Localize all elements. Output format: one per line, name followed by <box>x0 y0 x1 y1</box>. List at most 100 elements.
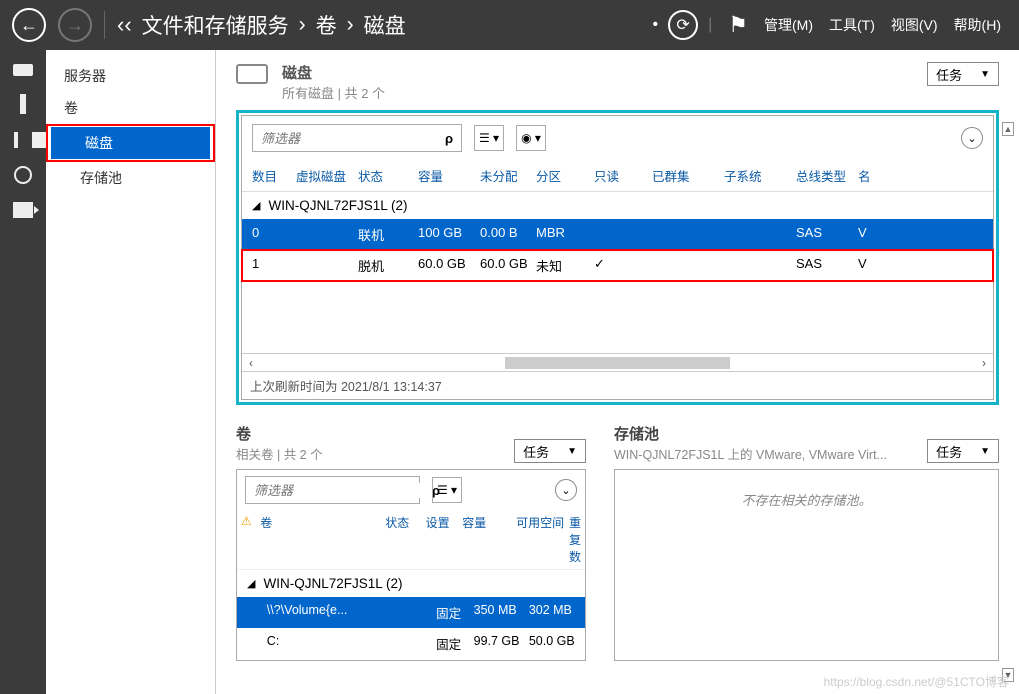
volumes-group-row[interactable]: ◢ WIN-QJNL72FJS1L (2) <box>237 570 585 597</box>
cell: 60.0 GB <box>414 254 476 277</box>
cell: 未知 <box>532 254 590 277</box>
cell: 联机 <box>354 223 414 246</box>
disks-status: 上次刷新时间为 2021/8/1 13:14:37 <box>242 371 993 399</box>
disks-tasks-dropdown[interactable]: 任务 ▼ <box>927 62 999 86</box>
disks-title: 磁盘 <box>282 62 913 83</box>
search-icon[interactable]: ρ <box>445 131 453 146</box>
col-rep[interactable]: 重复数 <box>569 514 581 565</box>
col-set[interactable]: 设置 <box>426 514 463 565</box>
disks-icon[interactable] <box>14 132 32 148</box>
files-icon[interactable] <box>13 202 33 218</box>
disks-filter[interactable]: ρ <box>252 124 462 152</box>
col-sub[interactable]: 子系统 <box>720 164 792 187</box>
disks-filter-input[interactable] <box>261 131 445 146</box>
cell: SAS <box>792 254 854 277</box>
caret-down-icon: ▼ <box>567 446 577 457</box>
col-clust[interactable]: 已群集 <box>648 164 720 187</box>
cell: C: <box>263 632 391 655</box>
cell: 0 <box>248 223 292 246</box>
col-vol[interactable]: 卷 <box>260 514 385 565</box>
crumb-1[interactable]: 卷 <box>316 10 337 40</box>
disk-row-0[interactable]: 0 联机 100 GB 0.00 B MBR SAS V <box>242 219 993 250</box>
scroll-up-icon[interactable]: ▲ <box>1002 122 1014 136</box>
refresh-button[interactable]: ⟳ <box>668 10 698 40</box>
volume-row-1[interactable]: C: 固定 99.7 GB 50.0 GB <box>237 628 585 659</box>
icon-rail <box>0 50 46 694</box>
sidenav-volumes[interactable]: 卷 <box>46 92 215 124</box>
disks-toolbar: ρ ☰ ▾ ◉ ▾ ⌄ <box>242 116 993 160</box>
col-ro[interactable]: 只读 <box>590 164 648 187</box>
cell: 100 GB <box>414 223 476 246</box>
scroll-thumb[interactable] <box>505 357 730 369</box>
cell: 60.0 GB <box>476 254 532 277</box>
scroll-left-icon[interactable]: ‹ <box>242 356 260 370</box>
expand-button[interactable]: ⌄ <box>555 479 577 501</box>
save-options-button[interactable]: ◉ ▾ <box>516 125 546 151</box>
group-label: WIN-QJNL72FJS1L (2) <box>268 198 407 213</box>
col-bus[interactable]: 总线类型 <box>792 164 854 187</box>
disks-section-header: 磁盘 所有磁盘 | 共 2 个 任务 ▼ <box>236 62 999 102</box>
title-bar: ← → ‹‹ 文件和存储服务 › 卷 › 磁盘 • ⟳ | ⚑ 管理(M) 工具… <box>0 0 1019 50</box>
vertical-scrollbar[interactable]: ▲ ▼ <box>1001 120 1015 684</box>
col-part[interactable]: 分区 <box>532 164 590 187</box>
volume-row-0[interactable]: \\?\Volume{e... 固定 350 MB 302 MB <box>237 597 585 628</box>
disk-row-1[interactable]: 1 脱机 60.0 GB 60.0 GB 未知 ✓ SAS V <box>242 250 993 281</box>
volumes-title: 卷 <box>236 423 514 444</box>
col-state[interactable]: 状态 <box>354 164 414 187</box>
menu-manage[interactable]: 管理(M) <box>764 15 813 35</box>
col-num[interactable]: 数目 <box>248 164 292 187</box>
bullet-icon: • <box>653 16 659 34</box>
forward-button[interactable]: → <box>58 8 92 42</box>
watermark: https://blog.csdn.net/@51CTO博客 <box>824 673 1009 690</box>
disks-group-row[interactable]: ◢ WIN-QJNL72FJS1L (2) <box>242 192 993 219</box>
disks-table-header[interactable]: 数目 虚拟磁盘 状态 容量 未分配 分区 只读 已群集 子系统 总线类型 名 <box>242 160 993 192</box>
col-cap[interactable]: 容量 <box>462 514 516 565</box>
breadcrumb-chevrons-icon: ‹‹ <box>117 12 132 38</box>
volumes-table-header[interactable]: ⚠ 卷 状态 设置 容量 可用空间 重复数 <box>237 510 585 570</box>
view-options-button[interactable]: ☰ ▾ <box>432 477 462 503</box>
col-state[interactable]: 状态 <box>385 514 425 565</box>
cell: 0.00 B <box>476 223 532 246</box>
chevron-right-icon: › <box>347 13 354 37</box>
cell <box>720 254 792 277</box>
cell: 99.7 GB <box>470 632 525 655</box>
col-vdisk[interactable]: 虚拟磁盘 <box>292 164 354 187</box>
horizontal-scrollbar[interactable]: ‹ › <box>242 353 993 371</box>
group-label: WIN-QJNL72FJS1L (2) <box>263 576 402 591</box>
back-button[interactable]: ← <box>12 8 46 42</box>
scroll-right-icon[interactable]: › <box>975 356 993 370</box>
col-cap[interactable]: 容量 <box>414 164 476 187</box>
volumes-icon[interactable] <box>20 94 26 114</box>
volumes-filter[interactable]: ρ <box>245 476 420 504</box>
col-warn[interactable]: ⚠ <box>241 514 260 565</box>
expand-button[interactable]: ⌄ <box>961 127 983 149</box>
volumes-tasks-dropdown[interactable]: 任务 ▼ <box>514 439 586 463</box>
sidenav-disks[interactable]: 磁盘 <box>51 127 210 159</box>
volumes-filter-input[interactable] <box>254 483 432 498</box>
crumb-0[interactable]: 文件和存储服务 <box>142 10 289 40</box>
pools-panel: 存储池 WIN-QJNL72FJS1L 上的 VMware, VMware Vi… <box>614 423 999 661</box>
menu-help[interactable]: 帮助(H) <box>954 15 1001 35</box>
col-unalloc[interactable]: 未分配 <box>476 164 532 187</box>
pools-tasks-dropdown[interactable]: 任务 ▼ <box>927 439 999 463</box>
col-free[interactable]: 可用空间 <box>516 514 569 565</box>
menu-view[interactable]: 视图(V) <box>891 15 938 35</box>
side-nav: 服务器 卷 磁盘 存储池 <box>46 50 216 694</box>
menu-bar: 管理(M) 工具(T) 视图(V) 帮助(H) <box>764 15 1001 35</box>
crumb-2[interactable]: 磁盘 <box>364 10 406 40</box>
col-name[interactable]: 名 <box>854 164 987 187</box>
sidenav-pools[interactable]: 存储池 <box>46 162 215 194</box>
cell <box>648 223 720 246</box>
caret-down-icon: ▼ <box>980 446 990 457</box>
pools-subtitle: WIN-QJNL72FJS1L 上的 VMware, VMware Virt..… <box>614 444 927 463</box>
chevron-right-icon: › <box>299 13 306 37</box>
sidenav-servers[interactable]: 服务器 <box>46 60 215 92</box>
breadcrumb[interactable]: ‹‹ 文件和存储服务 › 卷 › 磁盘 <box>117 10 406 40</box>
menu-tools[interactable]: 工具(T) <box>829 15 875 35</box>
view-options-button[interactable]: ☰ ▾ <box>474 125 504 151</box>
servers-icon[interactable] <box>13 64 33 76</box>
pools-icon[interactable] <box>14 166 32 184</box>
volumes-subtitle: 相关卷 | 共 2 个 <box>236 444 514 463</box>
flag-icon[interactable]: ⚑ <box>728 12 748 38</box>
disks-subtitle: 所有磁盘 | 共 2 个 <box>282 83 913 102</box>
